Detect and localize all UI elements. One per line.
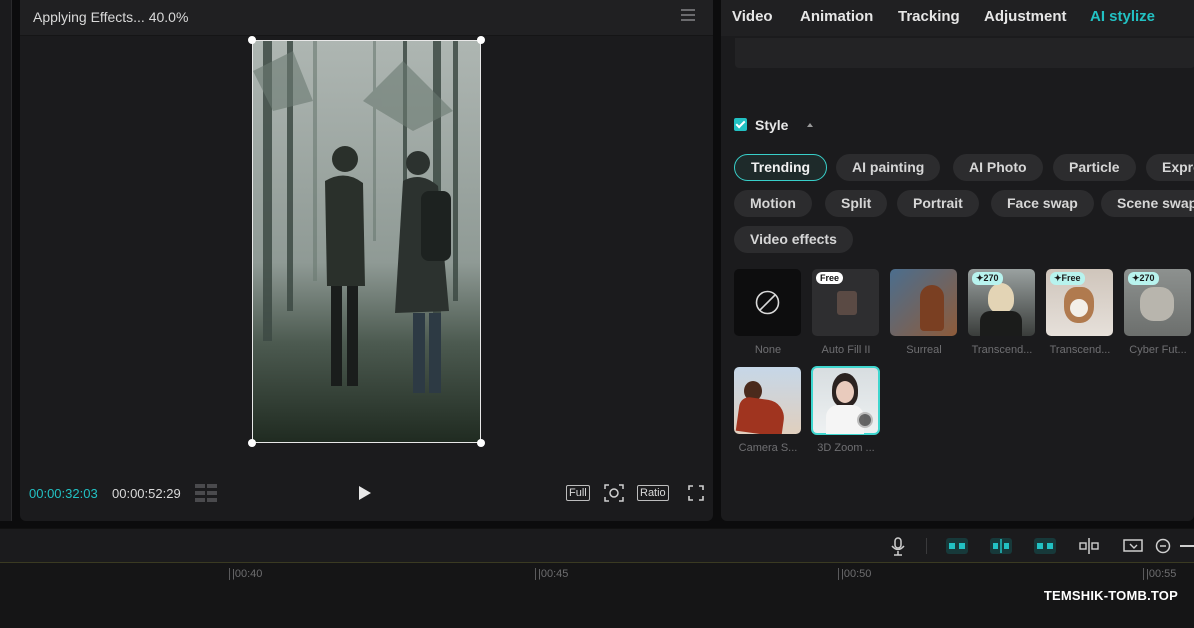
caret-up-icon[interactable]: [807, 123, 813, 127]
free-badge: Free: [816, 272, 844, 284]
ratio-button[interactable]: Ratio: [637, 485, 669, 501]
magnet-snap-icon[interactable]: [990, 536, 1012, 556]
ruler-tick-label: |00:50: [837, 568, 872, 580]
credit-badge: ✦270: [972, 272, 1003, 285]
tile-label: Camera S...: [738, 442, 798, 454]
chip-ai-photo[interactable]: AI Photo: [953, 154, 1043, 181]
effect-tile-transcend-2[interactable]: ✦Free: [1046, 269, 1113, 336]
credit-badge: ✦270: [1128, 272, 1159, 285]
effect-tile-cyber-future[interactable]: ✦270: [1124, 269, 1191, 336]
processing-status: Applying Effects... 40.0%: [33, 9, 189, 25]
timeline-ruler: |00:40 |00:45 |00:50 |00:55: [0, 562, 1194, 628]
effect-tile-transcend-1[interactable]: ✦270: [968, 269, 1035, 336]
effect-tile-surreal[interactable]: [890, 269, 957, 336]
chip-trending[interactable]: Trending: [734, 154, 828, 181]
ruler-tick-label: |00:45: [534, 568, 569, 580]
effect-tile-none[interactable]: [734, 269, 801, 336]
microphone-icon[interactable]: [887, 536, 909, 556]
none-icon: [755, 290, 780, 315]
toolbar-divider: [926, 538, 927, 554]
tile-label: Cyber Fut...: [1129, 344, 1187, 356]
split-align-icon[interactable]: [1078, 536, 1100, 556]
effect-tile-3d-zoom[interactable]: [811, 366, 880, 435]
current-timecode: 00:00:32:03: [29, 486, 98, 501]
tab-video[interactable]: Video: [732, 8, 773, 25]
chip-motion[interactable]: Motion: [734, 190, 812, 217]
watermark: TEMSHIK-TOMB.TOP: [1043, 588, 1178, 603]
style-label: Style: [755, 117, 789, 133]
player-controls: 00:00:32:03 00:00:52:29 Full Ratio: [20, 478, 713, 508]
timeline-toolbar: [0, 528, 1194, 562]
grid-icon[interactable]: [195, 484, 219, 502]
video-player-panel: Applying Effects... 40.0% 00:00:32:03 00…: [20, 0, 713, 521]
collapsed-section: [735, 38, 1194, 68]
loading-spinner-icon: [857, 412, 873, 428]
preview-axis-icon[interactable]: [1122, 536, 1144, 556]
link-clips-icon[interactable]: [946, 536, 968, 556]
total-timecode: 00:00:52:29: [112, 486, 181, 501]
chip-video-effects[interactable]: Video effects: [734, 226, 853, 253]
zoom-out-icon[interactable]: [1153, 536, 1175, 556]
zoom-slider[interactable]: [1180, 545, 1194, 547]
chip-face-swap[interactable]: Face swap: [991, 190, 1094, 217]
video-preview[interactable]: [252, 40, 481, 443]
tab-tracking[interactable]: Tracking: [898, 8, 960, 25]
zoom-fit-icon[interactable]: [604, 484, 624, 502]
play-button[interactable]: [359, 486, 371, 500]
menu-icon[interactable]: [681, 9, 695, 21]
tab-ai-stylize[interactable]: AI stylize: [1090, 8, 1155, 25]
tile-label: Transcend...: [971, 344, 1033, 356]
effect-tile-camera-shake[interactable]: [734, 367, 801, 434]
chip-portrait[interactable]: Portrait: [897, 190, 979, 217]
chip-split[interactable]: Split: [825, 190, 888, 217]
tile-label: Auto Fill II: [821, 344, 871, 356]
properties-panel: Video Animation Tracking Adjustment AI s…: [721, 0, 1194, 521]
tab-adjustment[interactable]: Adjustment: [984, 8, 1067, 25]
tile-label: Transcend...: [1049, 344, 1111, 356]
full-button[interactable]: Full: [566, 485, 590, 501]
tile-label: 3D Zoom ...: [817, 442, 875, 454]
style-checkbox[interactable]: [734, 118, 747, 131]
left-panel-edge: [0, 0, 12, 521]
effect-tile-auto-fill[interactable]: Free: [812, 269, 879, 336]
ruler-tick-label: |00:40: [228, 568, 263, 580]
chip-particle[interactable]: Particle: [1053, 154, 1136, 181]
tab-animation[interactable]: Animation: [800, 8, 873, 25]
crop-handle-tr[interactable]: [477, 36, 485, 44]
property-tabs: Video Animation Tracking Adjustment AI s…: [721, 0, 1194, 36]
crop-handle-bl[interactable]: [248, 439, 256, 447]
chip-scene-swap[interactable]: Scene swap: [1101, 190, 1194, 217]
ruler-tick-label: |00:55: [1142, 568, 1177, 580]
free-badge: ✦Free: [1050, 272, 1085, 285]
chip-ai-painting[interactable]: AI painting: [836, 154, 941, 181]
forest-couple-frame: [253, 41, 480, 442]
player-header: Applying Effects... 40.0%: [20, 0, 713, 36]
fullscreen-icon[interactable]: [688, 485, 704, 501]
crop-handle-tl[interactable]: [248, 36, 256, 44]
tile-label: None: [754, 344, 782, 356]
crop-handle-br[interactable]: [477, 439, 485, 447]
auto-snap-icon[interactable]: [1034, 536, 1056, 556]
tile-label: Surreal: [906, 344, 942, 356]
chip-expressions[interactable]: Expre: [1146, 154, 1194, 181]
